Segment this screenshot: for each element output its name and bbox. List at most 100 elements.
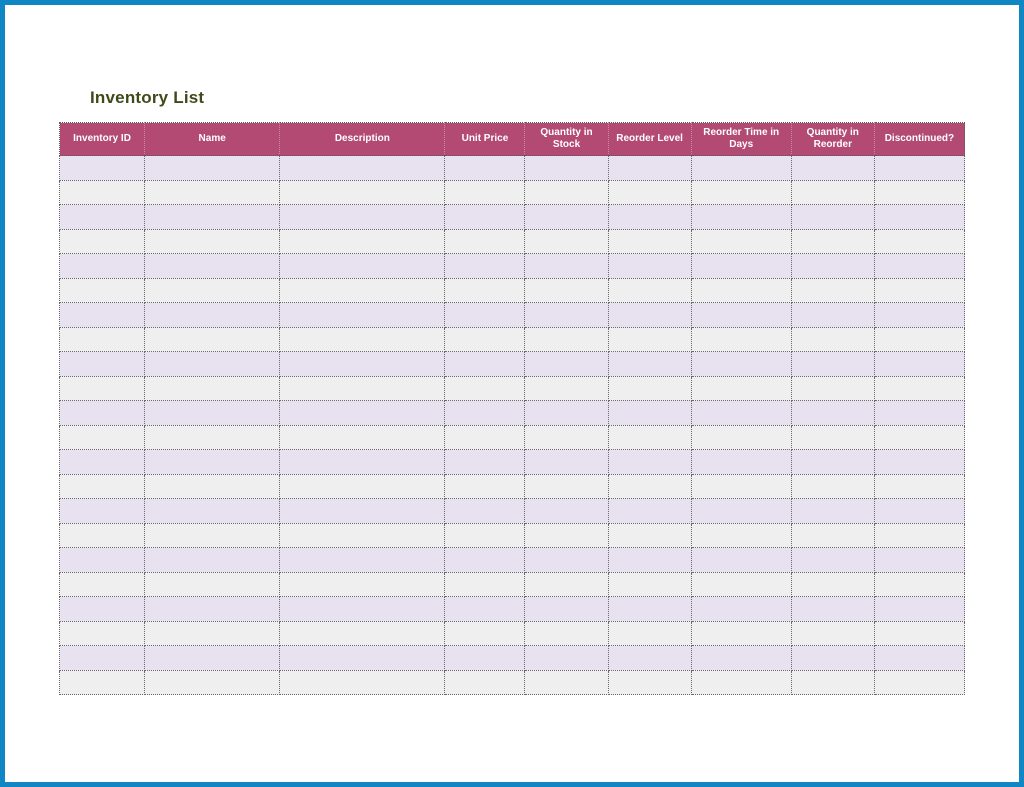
table-cell[interactable] xyxy=(145,278,280,303)
table-cell[interactable] xyxy=(280,327,445,352)
table-cell[interactable] xyxy=(445,278,525,303)
table-cell[interactable] xyxy=(691,499,791,524)
table-cell[interactable] xyxy=(791,548,874,573)
table-cell[interactable] xyxy=(145,523,280,548)
table-cell[interactable] xyxy=(691,205,791,230)
table-cell[interactable] xyxy=(874,646,964,671)
table-cell[interactable] xyxy=(608,180,691,205)
table-cell[interactable] xyxy=(791,450,874,475)
table-cell[interactable] xyxy=(445,205,525,230)
table-cell[interactable] xyxy=(608,401,691,426)
table-cell[interactable] xyxy=(280,572,445,597)
table-cell[interactable] xyxy=(874,548,964,573)
table-cell[interactable] xyxy=(608,621,691,646)
table-cell[interactable] xyxy=(60,229,145,254)
table-cell[interactable] xyxy=(608,254,691,279)
table-cell[interactable] xyxy=(691,327,791,352)
table-cell[interactable] xyxy=(691,597,791,622)
table-cell[interactable] xyxy=(691,254,791,279)
table-cell[interactable] xyxy=(608,548,691,573)
table-cell[interactable] xyxy=(525,180,608,205)
table-cell[interactable] xyxy=(60,156,145,181)
table-cell[interactable] xyxy=(525,597,608,622)
table-cell[interactable] xyxy=(791,523,874,548)
table-cell[interactable] xyxy=(874,450,964,475)
table-cell[interactable] xyxy=(874,352,964,377)
table-cell[interactable] xyxy=(280,278,445,303)
table-cell[interactable] xyxy=(791,278,874,303)
table-cell[interactable] xyxy=(60,180,145,205)
table-cell[interactable] xyxy=(608,523,691,548)
table-cell[interactable] xyxy=(525,474,608,499)
table-cell[interactable] xyxy=(791,646,874,671)
table-cell[interactable] xyxy=(791,670,874,695)
table-cell[interactable] xyxy=(691,425,791,450)
table-cell[interactable] xyxy=(445,621,525,646)
table-cell[interactable] xyxy=(791,597,874,622)
table-cell[interactable] xyxy=(60,254,145,279)
table-cell[interactable] xyxy=(445,597,525,622)
table-cell[interactable] xyxy=(60,523,145,548)
table-cell[interactable] xyxy=(280,180,445,205)
table-cell[interactable] xyxy=(608,425,691,450)
table-cell[interactable] xyxy=(791,621,874,646)
table-cell[interactable] xyxy=(145,621,280,646)
table-cell[interactable] xyxy=(280,474,445,499)
table-cell[interactable] xyxy=(608,303,691,328)
table-cell[interactable] xyxy=(608,327,691,352)
table-cell[interactable] xyxy=(608,205,691,230)
table-cell[interactable] xyxy=(608,376,691,401)
table-cell[interactable] xyxy=(280,523,445,548)
table-cell[interactable] xyxy=(525,425,608,450)
table-cell[interactable] xyxy=(280,548,445,573)
table-cell[interactable] xyxy=(874,327,964,352)
table-cell[interactable] xyxy=(145,597,280,622)
table-cell[interactable] xyxy=(445,548,525,573)
table-cell[interactable] xyxy=(60,450,145,475)
table-cell[interactable] xyxy=(525,156,608,181)
table-cell[interactable] xyxy=(691,376,791,401)
table-cell[interactable] xyxy=(445,499,525,524)
table-cell[interactable] xyxy=(60,597,145,622)
table-cell[interactable] xyxy=(145,548,280,573)
table-cell[interactable] xyxy=(791,156,874,181)
table-cell[interactable] xyxy=(280,352,445,377)
table-cell[interactable] xyxy=(445,401,525,426)
table-cell[interactable] xyxy=(791,229,874,254)
table-cell[interactable] xyxy=(145,450,280,475)
table-cell[interactable] xyxy=(145,327,280,352)
table-cell[interactable] xyxy=(60,646,145,671)
table-cell[interactable] xyxy=(445,376,525,401)
table-cell[interactable] xyxy=(874,425,964,450)
table-cell[interactable] xyxy=(280,597,445,622)
table-cell[interactable] xyxy=(691,548,791,573)
table-cell[interactable] xyxy=(445,352,525,377)
table-cell[interactable] xyxy=(525,523,608,548)
table-cell[interactable] xyxy=(691,621,791,646)
table-cell[interactable] xyxy=(280,646,445,671)
table-cell[interactable] xyxy=(791,327,874,352)
table-cell[interactable] xyxy=(60,474,145,499)
table-cell[interactable] xyxy=(280,229,445,254)
table-cell[interactable] xyxy=(691,670,791,695)
table-cell[interactable] xyxy=(60,376,145,401)
table-cell[interactable] xyxy=(445,450,525,475)
table-cell[interactable] xyxy=(691,180,791,205)
table-cell[interactable] xyxy=(525,646,608,671)
table-cell[interactable] xyxy=(280,376,445,401)
table-cell[interactable] xyxy=(145,499,280,524)
table-cell[interactable] xyxy=(525,670,608,695)
table-cell[interactable] xyxy=(145,254,280,279)
table-cell[interactable] xyxy=(608,646,691,671)
table-cell[interactable] xyxy=(445,229,525,254)
table-cell[interactable] xyxy=(60,327,145,352)
table-cell[interactable] xyxy=(608,352,691,377)
table-cell[interactable] xyxy=(145,303,280,328)
table-cell[interactable] xyxy=(791,572,874,597)
table-cell[interactable] xyxy=(874,572,964,597)
table-cell[interactable] xyxy=(791,352,874,377)
table-cell[interactable] xyxy=(608,670,691,695)
table-cell[interactable] xyxy=(874,278,964,303)
table-cell[interactable] xyxy=(60,303,145,328)
table-cell[interactable] xyxy=(60,548,145,573)
